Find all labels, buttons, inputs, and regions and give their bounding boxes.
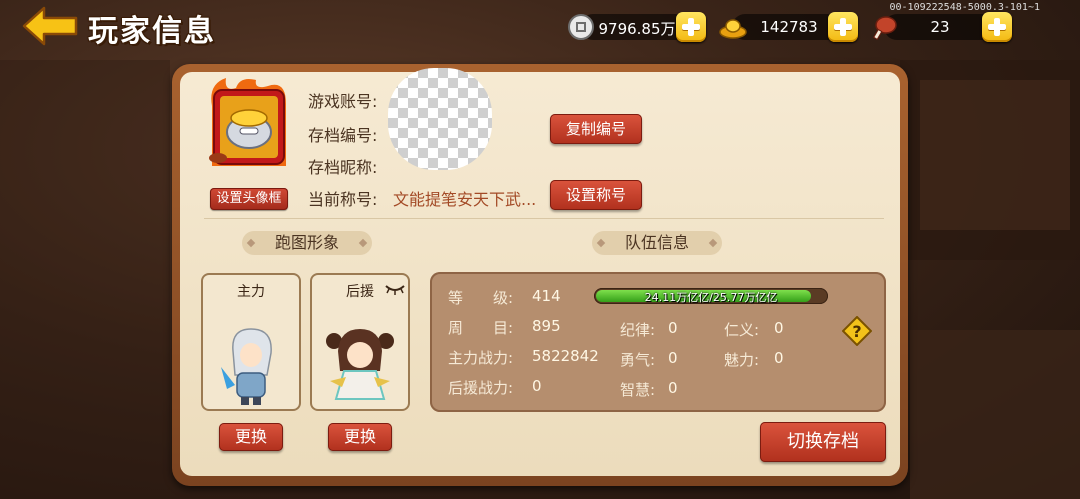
main-character-sprite — [221, 328, 272, 405]
replace-support-button[interactable]: 更换 — [328, 423, 392, 451]
back-arrow-icon[interactable] — [22, 6, 80, 46]
stamina-resource: 23 — [870, 12, 1014, 42]
support-power-label: 后援战力: — [448, 379, 514, 397]
silver-coin-icon — [568, 14, 594, 40]
level-value: 414 — [532, 287, 561, 305]
run-image-heading: 跑图形象 — [242, 231, 372, 255]
add-gold-button[interactable] — [828, 12, 858, 42]
save-nickname-label: 存档昵称: — [308, 158, 378, 177]
svg-text:?: ? — [852, 322, 861, 341]
current-title-value: 文能提笔安天下武... — [393, 190, 537, 209]
courage-value: 0 — [668, 349, 678, 367]
round-value: 895 — [532, 317, 561, 335]
switch-save-button[interactable]: 切换存档 — [760, 422, 886, 462]
game-account-label: 游戏账号: — [308, 92, 378, 111]
divider — [204, 218, 884, 219]
main-character-card[interactable]: 主力 — [201, 273, 301, 411]
main-character-label: 主力 — [237, 284, 265, 300]
benevolence-label: 仁义: — [724, 321, 760, 339]
support-character-card[interactable]: 后援 — [310, 273, 410, 411]
exp-progress-bar: 24.11万亿亿/25.77万亿亿 — [594, 288, 828, 304]
discipline-value: 0 — [668, 319, 678, 337]
main-power-value: 5822842 — [532, 347, 599, 365]
set-avatar-frame-button[interactable]: 设置头像框 — [210, 188, 288, 210]
charm-value: 0 — [774, 349, 784, 367]
help-question-icon[interactable]: ? — [842, 316, 872, 346]
save-id-label: 存档编号: — [308, 126, 378, 145]
discipline-label: 纪律: — [620, 321, 656, 339]
silver-value: 9796.85万 — [598, 20, 676, 38]
page-title: 玩家信息 — [88, 14, 216, 49]
stamina-value: 23 — [930, 18, 950, 36]
support-power-value: 0 — [532, 377, 542, 395]
add-stamina-button[interactable] — [982, 12, 1012, 42]
charm-label: 魅力: — [724, 351, 760, 369]
courage-label: 勇气: — [620, 351, 656, 369]
main-power-label: 主力战力: — [448, 349, 514, 367]
gold-value: 142783 — [760, 18, 818, 36]
support-character-sprite — [326, 329, 394, 400]
eye-closed-icon[interactable] — [384, 283, 406, 295]
current-title-label: 当前称号: — [308, 190, 378, 209]
redacted-account-info — [388, 68, 492, 170]
silver-resource: 9796.85万 — [566, 12, 706, 42]
wisdom-label: 智慧: — [620, 381, 656, 399]
wisdom-value: 0 — [668, 379, 678, 397]
avatar-frame-icon[interactable] — [206, 76, 292, 176]
gold-ingot-icon — [719, 19, 747, 39]
replace-main-button[interactable]: 更换 — [219, 423, 283, 451]
round-label: 周 目: — [448, 319, 514, 337]
add-silver-button[interactable] — [676, 12, 706, 42]
team-info-heading: 队伍信息 — [592, 231, 722, 255]
set-title-button[interactable]: 设置称号 — [550, 180, 642, 210]
copy-id-button[interactable]: 复制编号 — [550, 114, 642, 144]
benevolence-value: 0 — [774, 319, 784, 337]
exp-progress-text: 24.11万亿亿/25.77万亿亿 — [644, 291, 778, 304]
gold-resource: 142783 — [718, 12, 858, 42]
meat-stamina-icon — [873, 16, 897, 41]
level-label: 等 级: — [448, 289, 514, 307]
